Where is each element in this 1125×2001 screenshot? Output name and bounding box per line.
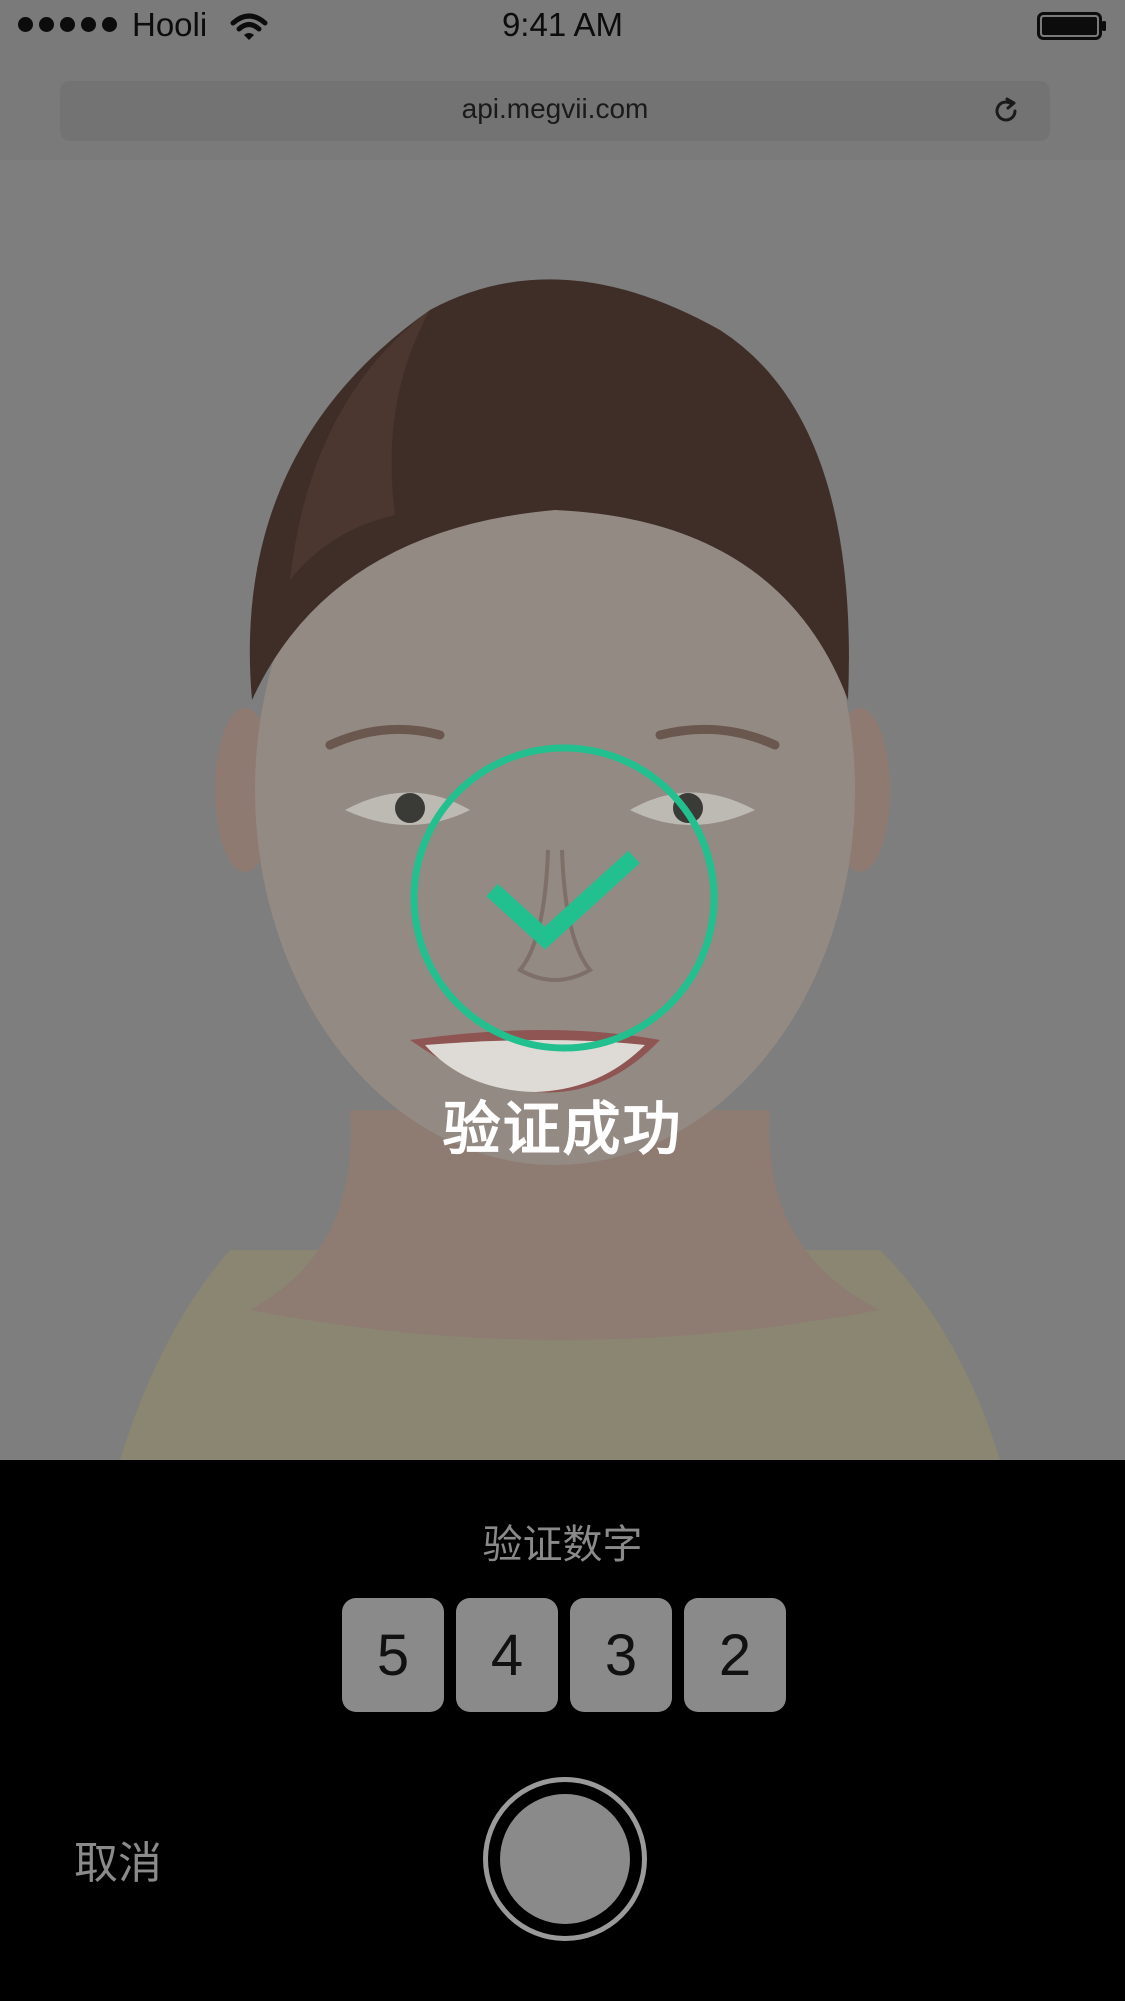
verification-digits: 5 4 3 2: [342, 1598, 786, 1712]
control-panel: 验证数字 5 4 3 2 取消: [0, 1460, 1125, 2001]
status-bar: Hooli 9:41 AM: [0, 0, 1125, 54]
clock: 9:41 AM: [501, 6, 624, 43]
verify-digits-label: 验证数字: [482, 1523, 643, 1567]
camera-preview: 验证成功: [0, 160, 1125, 1460]
digit-box: 2: [684, 1598, 786, 1712]
digit-box: 4: [456, 1598, 558, 1712]
reload-icon[interactable]: [990, 95, 1022, 127]
success-check-icon: [410, 744, 718, 1052]
url-text: api.megvii.com: [461, 93, 649, 124]
url-field[interactable]: api.megvii.com: [60, 81, 1050, 141]
battery-icon: [1037, 12, 1106, 40]
digit-box: 3: [570, 1598, 672, 1712]
shutter-button-core: [500, 1794, 630, 1924]
success-message: 验证成功: [442, 1097, 683, 1162]
browser-bar: api.megvii.com: [0, 54, 1125, 160]
shutter-button-icon[interactable]: [483, 1777, 647, 1941]
cancel-button[interactable]: 取消: [74, 1827, 162, 1891]
digit-box: 5: [342, 1598, 444, 1712]
